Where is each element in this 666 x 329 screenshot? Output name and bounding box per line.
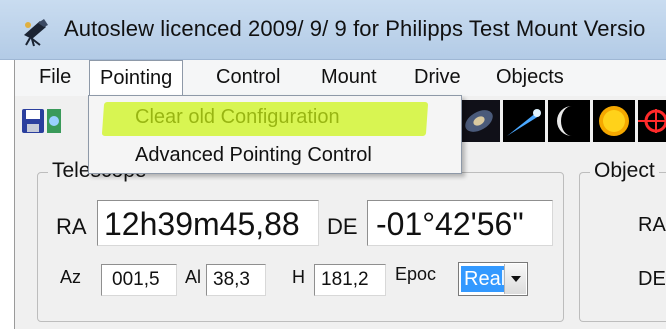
pointing-menu: Clear old Configuration Advanced Pointin…	[88, 95, 462, 174]
menu-drive[interactable]: Drive	[414, 66, 461, 89]
alt-field: 38,3	[206, 264, 266, 296]
menu-mount[interactable]: Mount	[321, 66, 377, 89]
object-de-label: DE	[638, 268, 666, 290]
ra-label: RA	[56, 214, 87, 239]
save-icon[interactable]	[21, 100, 45, 142]
h-label: H	[292, 267, 305, 287]
object-group-title: Object	[590, 159, 659, 183]
menu-control[interactable]: Control	[216, 66, 280, 89]
menu-item-advanced-pointing-control[interactable]: Advanced Pointing Control	[89, 136, 461, 174]
az-field: 001,5	[101, 264, 177, 296]
menu-item-label: Advanced Pointing Control	[135, 144, 372, 166]
epoch-select-value: Real	[461, 266, 509, 292]
h-field: 181,2	[314, 264, 386, 296]
sun-icon[interactable]	[593, 100, 635, 142]
comet-icon[interactable]	[503, 100, 545, 142]
object-group	[579, 172, 666, 322]
menu-pointing[interactable]: Pointing	[89, 60, 184, 96]
az-label: Az	[60, 267, 82, 287]
galaxy-icon[interactable]	[458, 100, 500, 142]
menu-item-label: Clear old Configuration	[135, 106, 340, 128]
menu-objects[interactable]: Objects	[496, 66, 564, 89]
menu-bar: File Pointing Control Mount Drive Object…	[15, 60, 666, 96]
telescope-de-field: -01°42'56"	[367, 200, 553, 246]
object-ra-label: RA	[638, 214, 666, 236]
menu-item-clear-old-configuration[interactable]: Clear old Configuration	[89, 98, 461, 136]
title-bar: Autoslew licenced 2009/ 9/ 9 for Philipp…	[0, 0, 666, 60]
epoch-dropdown-button[interactable]	[504, 264, 526, 294]
epoch-label: Epoc	[395, 264, 437, 284]
open-icon[interactable]	[47, 100, 61, 142]
epoch-select[interactable]: Real	[458, 262, 528, 296]
telescope-app-icon	[24, 19, 48, 47]
target-icon[interactable]	[638, 100, 666, 142]
menu-file[interactable]: File	[39, 66, 71, 89]
window-title: Autoslew licenced 2009/ 9/ 9 for Philipp…	[64, 16, 646, 41]
de-label: DE	[327, 214, 358, 239]
moon-icon[interactable]	[548, 100, 590, 142]
alt-label: Al	[185, 267, 202, 287]
chevron-down-icon	[511, 276, 521, 282]
telescope-group	[37, 172, 564, 322]
telescope-ra-field: 12h39m45,88	[97, 200, 319, 246]
